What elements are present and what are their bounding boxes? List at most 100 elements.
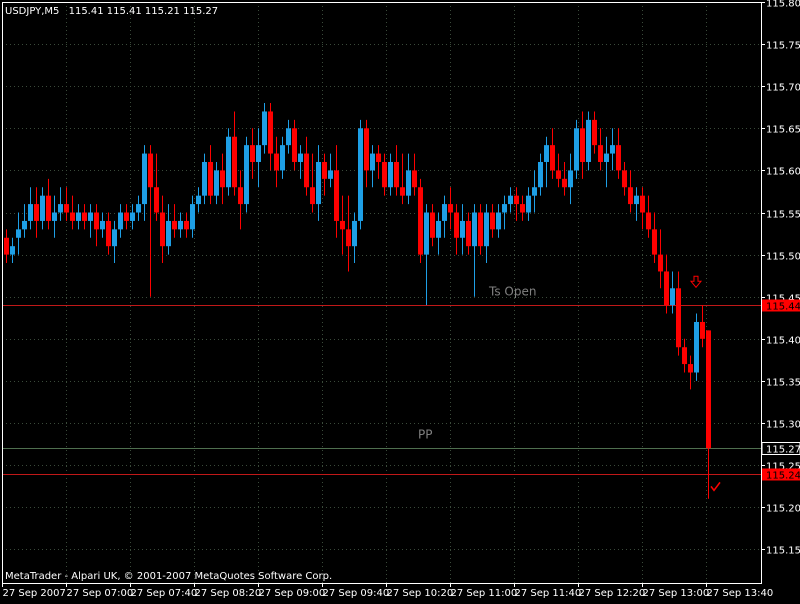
candle[interactable] bbox=[508, 187, 513, 212]
candle[interactable] bbox=[610, 128, 615, 170]
candle[interactable] bbox=[466, 213, 471, 255]
candle[interactable] bbox=[640, 187, 645, 229]
candle[interactable] bbox=[10, 238, 15, 263]
candle[interactable] bbox=[442, 196, 447, 238]
candle[interactable] bbox=[58, 187, 63, 221]
candle[interactable] bbox=[106, 213, 111, 255]
candle[interactable] bbox=[514, 187, 519, 221]
candle[interactable] bbox=[412, 154, 417, 196]
candle[interactable] bbox=[472, 204, 477, 297]
candle[interactable] bbox=[274, 137, 279, 188]
candle[interactable] bbox=[532, 170, 537, 212]
candle[interactable] bbox=[382, 154, 387, 196]
candle[interactable] bbox=[16, 213, 21, 255]
candle[interactable] bbox=[70, 196, 75, 230]
candle[interactable] bbox=[496, 204, 501, 238]
candle[interactable] bbox=[172, 204, 177, 238]
candle[interactable] bbox=[4, 229, 9, 263]
candle[interactable] bbox=[310, 154, 315, 213]
candle[interactable] bbox=[346, 196, 351, 272]
candle[interactable] bbox=[22, 204, 27, 238]
candle[interactable] bbox=[64, 187, 69, 221]
candle[interactable] bbox=[658, 229, 663, 288]
candle[interactable] bbox=[46, 179, 51, 230]
candle[interactable] bbox=[586, 111, 591, 170]
candle[interactable] bbox=[340, 196, 345, 255]
candle[interactable] bbox=[682, 339, 687, 373]
candle[interactable] bbox=[634, 187, 639, 221]
candle[interactable] bbox=[664, 255, 669, 314]
candle[interactable] bbox=[130, 204, 135, 229]
candle[interactable] bbox=[526, 187, 531, 221]
candle[interactable] bbox=[232, 111, 237, 195]
candle[interactable] bbox=[280, 137, 285, 179]
candle[interactable] bbox=[364, 120, 369, 187]
candle[interactable] bbox=[370, 145, 375, 187]
candle[interactable] bbox=[604, 137, 609, 188]
candle[interactable] bbox=[394, 145, 399, 196]
candle[interactable] bbox=[154, 154, 159, 221]
candle[interactable] bbox=[292, 120, 297, 171]
candle[interactable] bbox=[190, 196, 195, 238]
candle[interactable] bbox=[88, 204, 93, 238]
candle[interactable] bbox=[562, 162, 567, 196]
candle[interactable] bbox=[652, 213, 657, 264]
candle[interactable] bbox=[184, 213, 189, 238]
candle[interactable] bbox=[334, 145, 339, 238]
candle[interactable] bbox=[220, 154, 225, 205]
candle[interactable] bbox=[226, 128, 231, 195]
candle[interactable] bbox=[568, 154, 573, 205]
candle[interactable] bbox=[286, 120, 291, 154]
candle[interactable] bbox=[520, 196, 525, 221]
candlestick-chart[interactable]: Ts OpenPP 115.80115.75115.70115.65115.60… bbox=[0, 0, 800, 600]
candle[interactable] bbox=[688, 356, 693, 390]
candle[interactable] bbox=[628, 170, 633, 212]
candle[interactable] bbox=[214, 162, 219, 204]
candle[interactable] bbox=[256, 128, 261, 187]
candle[interactable] bbox=[250, 128, 255, 179]
candle[interactable] bbox=[400, 154, 405, 205]
candle[interactable] bbox=[358, 120, 363, 229]
candle[interactable] bbox=[100, 213, 105, 238]
candle[interactable] bbox=[502, 196, 507, 230]
candle[interactable] bbox=[430, 204, 435, 246]
candles[interactable] bbox=[4, 103, 711, 499]
candle[interactable] bbox=[118, 204, 123, 238]
candle[interactable] bbox=[550, 128, 555, 179]
candle[interactable] bbox=[676, 271, 681, 355]
candle[interactable] bbox=[580, 111, 585, 178]
candle[interactable] bbox=[670, 271, 675, 313]
candle[interactable] bbox=[700, 305, 705, 347]
candle[interactable] bbox=[34, 187, 39, 238]
candle[interactable] bbox=[238, 170, 243, 229]
candle[interactable] bbox=[616, 128, 621, 179]
candle[interactable] bbox=[592, 111, 597, 153]
candle[interactable] bbox=[52, 196, 57, 238]
candle[interactable] bbox=[454, 204, 459, 255]
candle[interactable] bbox=[406, 154, 411, 205]
candle[interactable] bbox=[166, 204, 171, 255]
candle[interactable] bbox=[574, 120, 579, 179]
candle[interactable] bbox=[124, 204, 129, 229]
candle[interactable] bbox=[418, 179, 423, 263]
candle[interactable] bbox=[28, 187, 33, 229]
candle[interactable] bbox=[160, 196, 165, 263]
candle[interactable] bbox=[424, 204, 429, 305]
candle[interactable] bbox=[298, 145, 303, 179]
candle[interactable] bbox=[76, 204, 81, 229]
candle[interactable] bbox=[478, 204, 483, 255]
candle[interactable] bbox=[388, 154, 393, 196]
candle[interactable] bbox=[322, 154, 327, 196]
candle[interactable] bbox=[490, 204, 495, 238]
candle[interactable] bbox=[262, 103, 267, 154]
candle[interactable] bbox=[376, 145, 381, 179]
candle[interactable] bbox=[208, 145, 213, 204]
candle[interactable] bbox=[460, 204, 465, 255]
candle[interactable] bbox=[556, 154, 561, 188]
candle[interactable] bbox=[436, 213, 441, 255]
candle[interactable] bbox=[178, 213, 183, 238]
candle[interactable] bbox=[304, 137, 309, 196]
candle[interactable] bbox=[538, 154, 543, 196]
candle[interactable] bbox=[598, 128, 603, 170]
candle[interactable] bbox=[40, 187, 45, 229]
